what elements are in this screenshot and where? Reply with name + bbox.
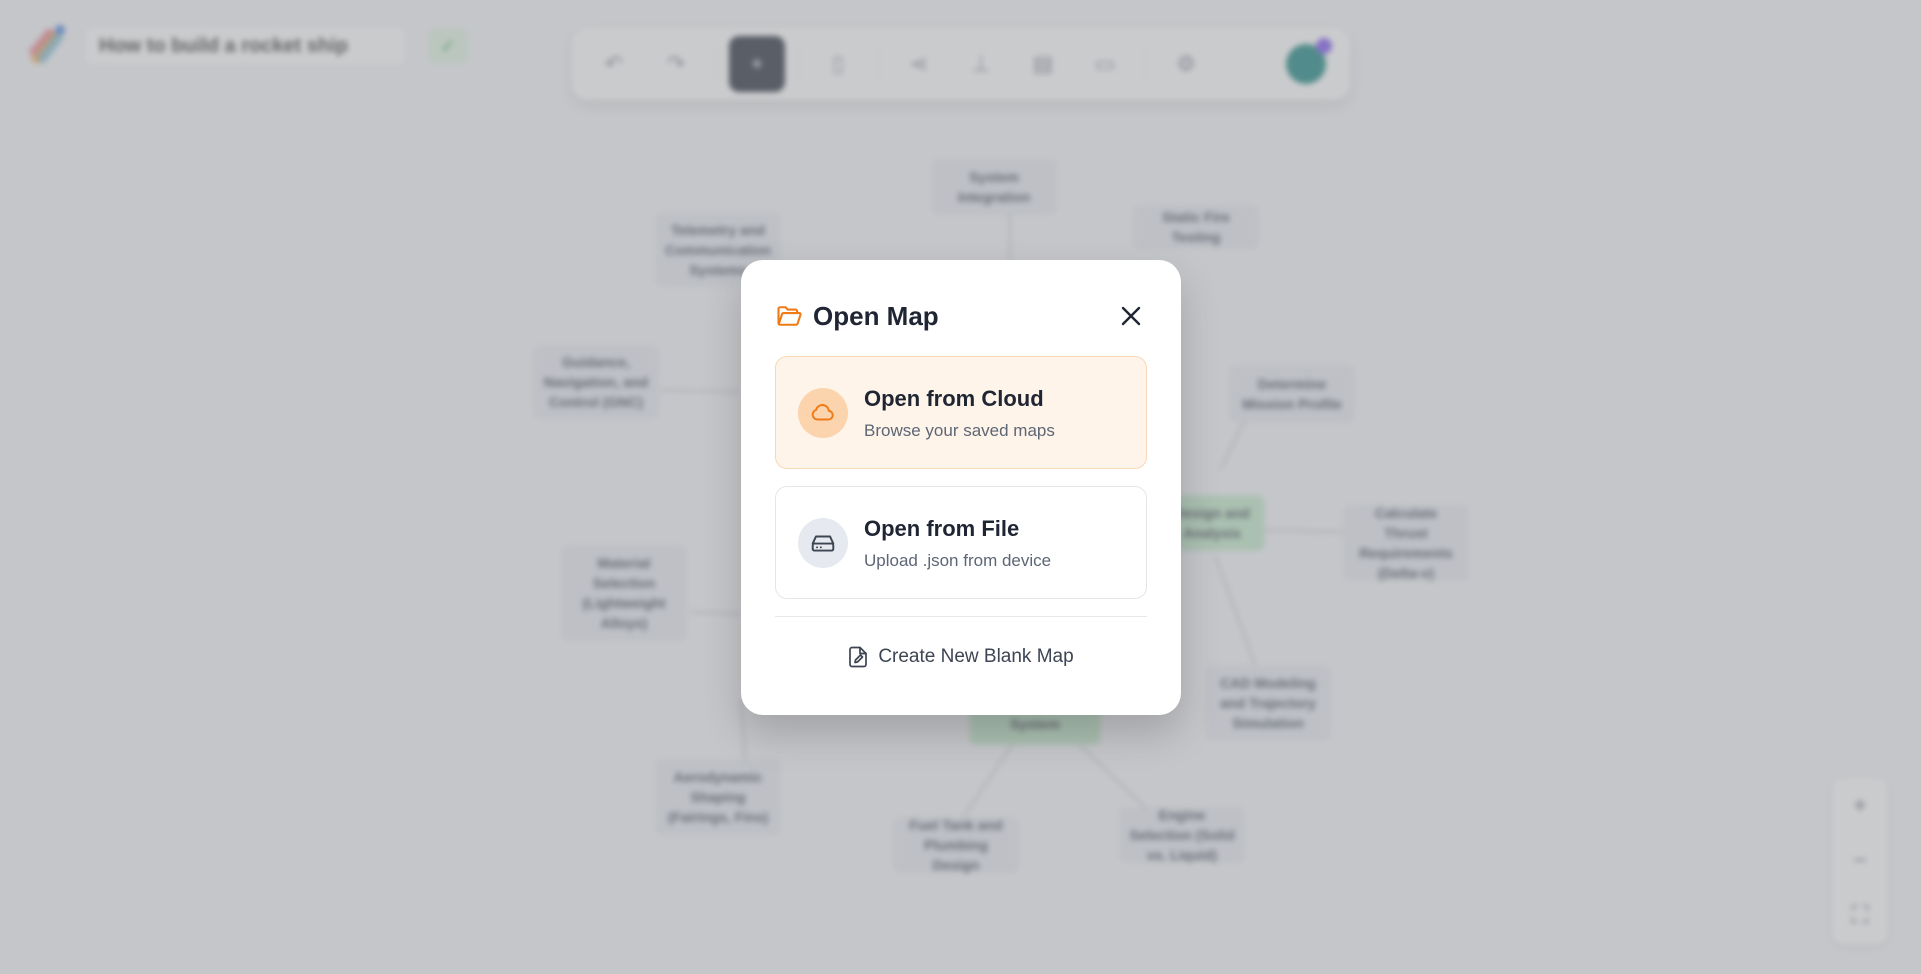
dialog-header: Open Map [775,294,1147,338]
open-map-dialog: Open Map Open from Cloud Browse your sav… [741,260,1181,715]
close-button[interactable] [1115,300,1147,332]
close-icon[interactable] [1120,305,1142,327]
cloud-option-text: Open from Cloud Browse your saved maps [864,385,1055,441]
file-option-subtitle: Upload .json from device [864,550,1052,570]
hard-drive-icon [811,535,835,552]
dialog-title: Open Map [813,300,939,331]
file-option-title: Open from File [864,515,1020,541]
cloud-option-title: Open from Cloud [864,385,1044,411]
open-from-file-button[interactable]: Open from File Upload .json from device [775,486,1147,599]
open-from-cloud-button[interactable]: Open from Cloud Browse your saved maps [775,356,1147,469]
file-edit-icon [849,646,868,668]
drive-icon-circle [798,517,848,568]
cloud-option-subtitle: Browse your saved maps [864,420,1055,440]
file-option-text: Open from File Upload .json from device [864,515,1051,571]
create-new-blank-map-label: Create New Blank Map [878,646,1074,667]
cloud-icon [811,403,834,420]
folder-open-icon [777,306,802,326]
cloud-icon-circle [798,387,848,438]
create-new-blank-map-button[interactable]: Create New Blank Map [775,617,1147,697]
